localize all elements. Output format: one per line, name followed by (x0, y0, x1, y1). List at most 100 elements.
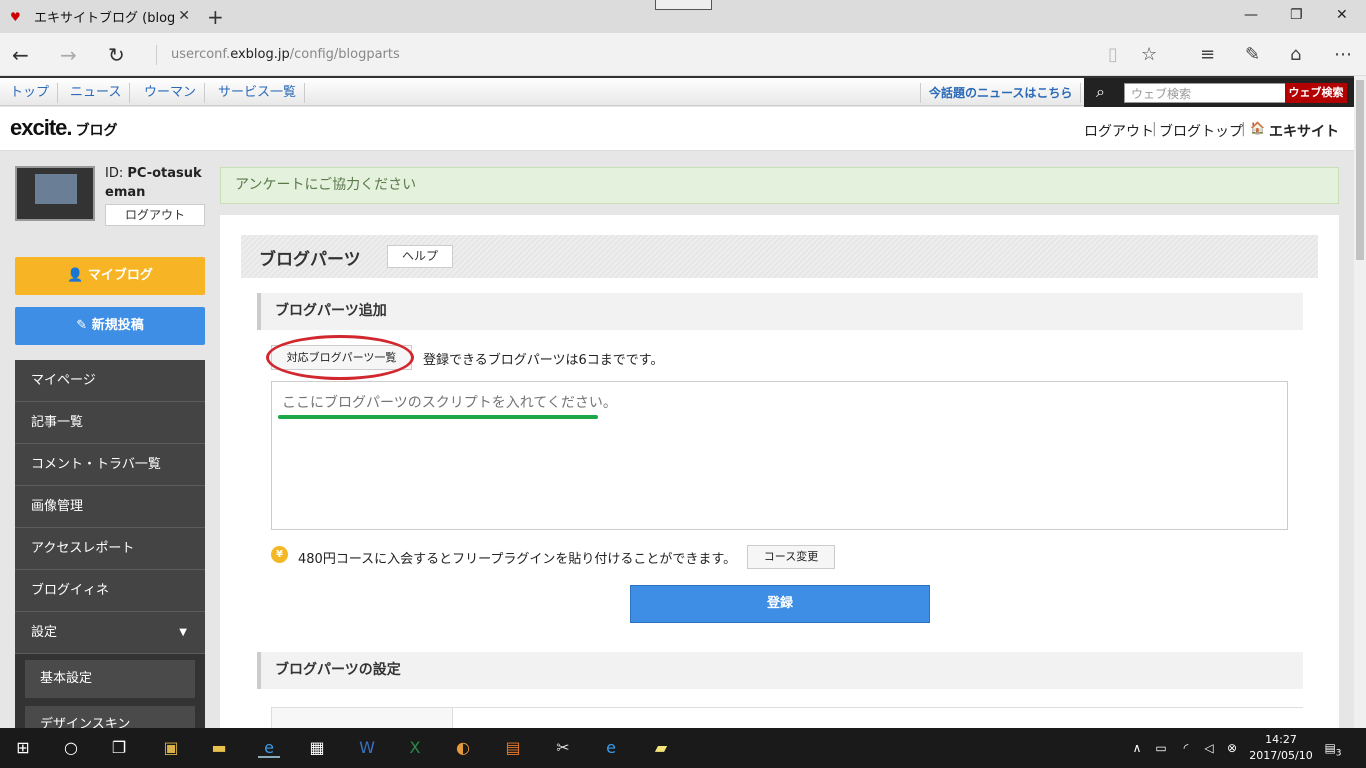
address-bar[interactable]: userconf.exblog.jp/config/blogparts (156, 45, 400, 65)
excite-link-news[interactable]: ニュース (62, 83, 131, 103)
script-textarea[interactable] (271, 381, 1288, 530)
search-input[interactable] (1124, 83, 1286, 103)
search-icon: ⌕ (1096, 82, 1105, 101)
notification-count: 3 (1335, 748, 1342, 759)
logo-blog-text: ブログ (75, 122, 118, 138)
more-icon[interactable]: ⋯ (1334, 44, 1352, 65)
task-view-icon[interactable]: ❐ (108, 738, 130, 758)
store-icon[interactable]: ▦ (306, 738, 328, 758)
tab-title: エキサイトブログ (blog)|ブロ (34, 11, 174, 26)
pencil-icon: ✎ (76, 318, 92, 333)
red-circle-annotation (266, 335, 414, 380)
sidebar-item-articles[interactable]: 記事一覧 (15, 402, 205, 444)
back-arrow-icon[interactable]: ← (12, 43, 29, 67)
refresh-icon[interactable]: ↻ (108, 43, 125, 67)
browser-titlebar: ♥ エキサイトブログ (blog)|ブロ ✕ + — ❐ ✕ (0, 0, 1366, 33)
volume-icon[interactable]: ◁ (1198, 738, 1220, 758)
input-icon[interactable]: ⊗ (1221, 738, 1243, 758)
register-button[interactable]: 登録 (630, 585, 930, 623)
url-host: userconf. (171, 47, 231, 62)
excite-link-woman[interactable]: ウーマン (136, 83, 206, 103)
excite-top-bar: トップ ニュース ウーマン サービス一覧 今話題のニュースはこちら ⌕ ウェブ検… (0, 76, 1354, 108)
excite-link-top[interactable]: トップ (2, 83, 59, 103)
myblog-label: マイブログ (87, 268, 153, 283)
url-domain: exblog.jp (230, 47, 290, 62)
web-note-icon[interactable]: ✎ (1245, 44, 1260, 65)
file-explorer-icon[interactable]: ▬ (208, 738, 230, 758)
close-tab-icon[interactable]: ✕ (178, 8, 190, 24)
forward-arrow-icon[interactable]: → (60, 43, 77, 67)
sidebar-menu: マイページ 記事一覧 コメント・トラバ一覧 画像管理 アクセスレポート ブログイ… (15, 360, 205, 728)
settings-table-row (271, 707, 1304, 728)
page-title: ブログパーツ (259, 250, 361, 270)
internet-explorer-icon[interactable]: e (600, 738, 622, 758)
toolbox-icon[interactable]: ▤ (502, 738, 524, 758)
page-title-bar: ブログパーツ ヘルプ (241, 235, 1318, 278)
triangle-down-icon: ▼ (179, 627, 187, 638)
web-search-box: ⌕ ウェブ検索 (1084, 78, 1354, 108)
page-scrollbar[interactable] (1354, 76, 1366, 728)
survey-notice[interactable]: アンケートにご協力ください (220, 167, 1339, 204)
settings-submenu: 基本設定 デザインスキン (15, 654, 205, 728)
web-search-button[interactable]: ウェブ検索 (1285, 83, 1347, 103)
paint-icon[interactable]: ◐ (452, 738, 474, 758)
notification-icon[interactable]: ▤3 (1322, 738, 1344, 758)
minimize-button[interactable]: — (1244, 7, 1258, 23)
windows-taskbar: ⊞ ○ ❐ ▣ ▬ e ▦ W X ◐ ▤ ✂ e ▰ ∧ ▭ ◜ ◁ ⊗ 14… (0, 728, 1366, 768)
sidebar-logout-button[interactable]: ログアウト (105, 204, 205, 226)
sidebar-item-settings[interactable]: 設定 ▼ (15, 612, 205, 654)
hot-news-link[interactable]: 今話題のニュースはこちら (920, 83, 1082, 103)
sticky-notes-icon[interactable]: ▰ (650, 738, 672, 758)
new-post-button[interactable]: ✎ 新規投稿 (15, 307, 205, 345)
sidebar-item-comments[interactable]: コメント・トラバ一覧 (15, 444, 205, 486)
submenu-basic-settings[interactable]: 基本設定 (25, 660, 195, 698)
settings-section-heading: ブログパーツの設定 (257, 652, 1303, 689)
restore-button[interactable]: ❐ (1290, 7, 1303, 23)
hub-icon[interactable]: ≡ (1200, 44, 1215, 65)
new-post-label: 新規投稿 (91, 318, 144, 333)
app-icon-1[interactable]: ▣ (160, 738, 182, 758)
chevron-up-icon[interactable]: ∧ (1126, 738, 1148, 758)
edge-icon[interactable]: e (258, 738, 280, 758)
excite-favicon-icon: ♥ (10, 9, 21, 24)
browser-tab[interactable]: ♥ エキサイトブログ (blog)|ブロ ✕ (0, 0, 200, 33)
word-icon[interactable]: W (356, 738, 378, 758)
submenu-design-skin[interactable]: デザインスキン (25, 706, 195, 728)
header-blogtop-link[interactable]: ブログトップ (1159, 121, 1243, 141)
header-logout-link[interactable]: ログアウト (1084, 121, 1154, 141)
sidebar-item-mypage[interactable]: マイページ (15, 360, 205, 402)
excite-link-services[interactable]: サービス一覧 (210, 83, 306, 103)
windows-start-icon[interactable]: ⊞ (12, 738, 34, 758)
clock-date: 2017/05/10 (1249, 749, 1313, 762)
share-icon[interactable]: ⌂ (1290, 44, 1301, 65)
wifi-icon[interactable]: ◜ (1175, 738, 1197, 758)
new-tab-button[interactable]: + (207, 5, 224, 29)
window-drag-handle[interactable] (655, 0, 712, 10)
person-icon: 👤 (67, 268, 88, 283)
user-id: ID: PC-otasukeman (105, 164, 205, 202)
avatar[interactable] (15, 166, 95, 221)
excel-icon[interactable]: X (404, 738, 426, 758)
limit-text: 登録できるブログパーツは6コまでです。 (423, 353, 664, 368)
change-course-button[interactable]: コース変更 (747, 545, 835, 569)
favorite-star-icon[interactable]: ☆ (1141, 44, 1157, 65)
reading-view-icon[interactable]: ▯ (1108, 44, 1118, 65)
myblog-button[interactable]: 👤 マイブログ (15, 257, 205, 295)
sidebar-item-access-report[interactable]: アクセスレポート (15, 528, 205, 570)
battery-icon[interactable]: ▭ (1150, 738, 1172, 758)
close-window-button[interactable]: ✕ (1336, 7, 1348, 23)
sidebar-item-images[interactable]: 画像管理 (15, 486, 205, 528)
help-button[interactable]: ヘルプ (387, 245, 453, 268)
web-page: トップ ニュース ウーマン サービス一覧 今話題のニュースはこちら ⌕ ウェブ検… (0, 76, 1354, 728)
home-icon: 🏠 (1250, 121, 1265, 135)
clock-time: 14:27 (1265, 733, 1297, 746)
add-section-heading: ブログパーツ追加 (257, 293, 1303, 330)
excite-blog-logo[interactable]: excite. ブログ (10, 115, 118, 141)
system-clock[interactable]: 14:27 2017/05/10 (1246, 732, 1316, 764)
snipping-tool-icon[interactable]: ✂ (552, 738, 574, 758)
header-excite-link[interactable]: エキサイト (1269, 121, 1339, 141)
course-text: 480円コースに入会するとフリープラグインを貼り付けることができます。 (298, 552, 737, 567)
main-panel: ブログパーツ ヘルプ ブログパーツ追加 対応ブログパーツ一覧 登録できるブログパ… (220, 215, 1339, 728)
cortana-icon[interactable]: ○ (60, 738, 82, 758)
sidebar-item-blog-iine[interactable]: ブログイィネ (15, 570, 205, 612)
